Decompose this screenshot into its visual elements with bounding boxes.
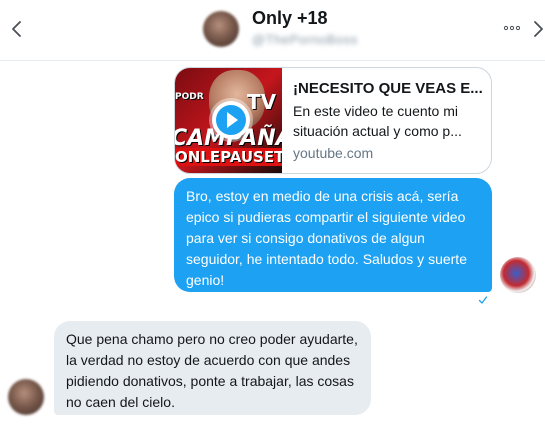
play-button[interactable] (212, 101, 250, 139)
outgoing-message-bubble[interactable]: Bro, estoy en medio de una crisis acá, s… (174, 178, 492, 292)
thumbnail-text: ONLEPAUSET (175, 148, 282, 166)
message-line: pidiendo donativos, ponte a trabajar, la… (66, 373, 354, 389)
link-title[interactable]: ¡NECESITO QUE VEAS E... (293, 80, 483, 97)
link-domain: youtube.com (293, 145, 374, 161)
message-line: Que pena chamo pero no creo poder ayudar… (66, 331, 358, 347)
link-description: En este video te cuento mi situación act… (293, 101, 483, 141)
link-preview-card[interactable]: PODR TV CAMPAÑA ONLEPAUSET ¡NECESITO QUE… (174, 67, 492, 174)
incoming-message-bubble[interactable]: Que pena chamo pero no creo poder ayudar… (54, 321, 371, 415)
message-line: para ver si consigo donativos de algun (186, 230, 425, 246)
conversation-handle: @ThePornoBoss (252, 32, 358, 47)
chevron-left-icon (12, 21, 21, 37)
chevron-right-icon (534, 21, 543, 37)
message-line: la verdad no estoy de acuerdo con que an… (66, 352, 351, 368)
conversation-header: Only +18 @ThePornoBoss (0, 0, 545, 61)
message-line: no caen del cielo. (66, 394, 175, 410)
message-line: Bro, estoy en medio de una crisis acá, s… (186, 188, 459, 204)
recipient-avatar[interactable] (8, 379, 44, 415)
back-button[interactable] (6, 16, 28, 42)
conversation-name[interactable]: Only +18 (252, 8, 328, 29)
more-icon (503, 25, 521, 31)
video-thumbnail[interactable]: PODR TV CAMPAÑA ONLEPAUSET (175, 68, 282, 173)
sender-avatar[interactable] (500, 257, 536, 293)
thumbnail-text: PODR (175, 92, 204, 102)
avatar[interactable] (203, 11, 239, 47)
thumbnail-text: TV (247, 90, 277, 114)
link-description-line: situación actual y como p... (293, 123, 462, 139)
message-line: genio! (186, 272, 225, 288)
forward-button[interactable] (531, 16, 545, 42)
checkmark-icon (478, 296, 488, 304)
play-icon (216, 105, 246, 135)
more-options-button[interactable] (503, 18, 521, 38)
message-line: epico si pudieras compartir el siguiente… (186, 209, 466, 225)
message-line: seguidor, he intentado todo. Saludos y s… (186, 251, 467, 267)
link-description-line: En este video te cuento mi (293, 103, 458, 119)
